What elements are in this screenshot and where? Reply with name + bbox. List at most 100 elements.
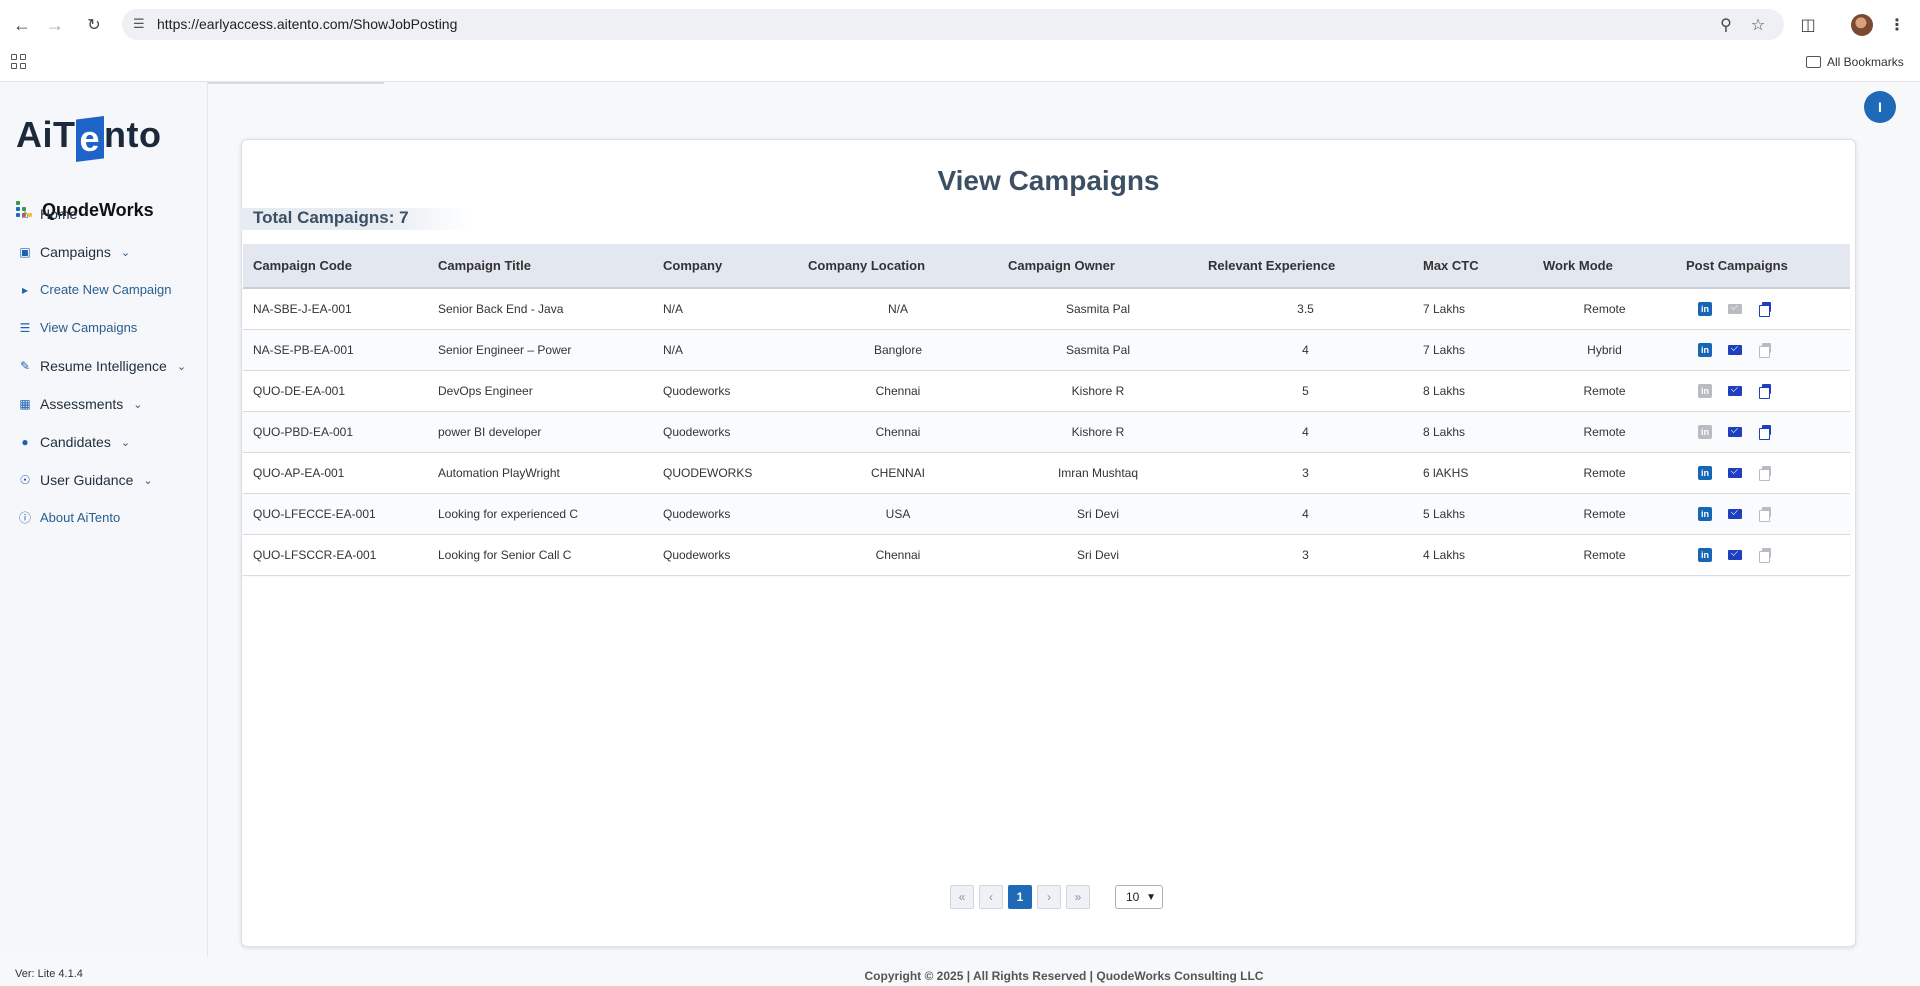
- nav-user-guidance[interactable]: ☉ User Guidance ⌄: [18, 472, 153, 488]
- chevron-down-icon: ⌄: [143, 474, 153, 487]
- location-cell: CHENNAI: [870, 465, 925, 480]
- tab-accent-line: [208, 82, 384, 84]
- post-campaigns-cell: in: [1676, 288, 1850, 329]
- campaign-code-cell: QUO-LFECCE-EA-001: [253, 506, 376, 521]
- copy-icon[interactable]: [1758, 342, 1772, 358]
- column-header[interactable]: Work Mode: [1533, 244, 1676, 289]
- user-avatar[interactable]: I: [1864, 91, 1896, 123]
- column-header[interactable]: Campaign Code: [243, 244, 428, 289]
- mail-icon[interactable]: [1728, 548, 1742, 562]
- nav-about[interactable]: ⓘ About AiTento: [18, 510, 120, 525]
- copy-icon[interactable]: [1758, 506, 1772, 522]
- linkedin-icon[interactable]: in: [1698, 342, 1712, 357]
- experience-cell: 5: [1302, 383, 1309, 398]
- linkedin-icon[interactable]: in: [1698, 465, 1712, 480]
- owner-cell: Sasmita Pal: [1065, 342, 1131, 357]
- column-header[interactable]: Company Location: [798, 244, 998, 289]
- work-mode-cell: Remote: [1583, 424, 1626, 439]
- copy-icon[interactable]: [1758, 301, 1772, 317]
- nav-home[interactable]: ⌂ Home: [18, 206, 77, 222]
- footer-copyright: Copyright © 2025 | All Rights Reserved |…: [864, 969, 1264, 983]
- nav-view-campaigns[interactable]: ☰ View Campaigns: [18, 320, 138, 335]
- profile-avatar[interactable]: [1851, 14, 1873, 36]
- table-row[interactable]: NA-SE-PB-EA-001 Senior Engineer – Power N…: [243, 329, 1850, 370]
- column-header[interactable]: Campaign Owner: [998, 244, 1198, 289]
- home-icon: ⌂: [21, 207, 29, 221]
- work-mode-cell: Remote: [1583, 506, 1626, 521]
- nav-resume-intelligence[interactable]: ✎ Resume Intelligence ⌄: [18, 358, 186, 374]
- bookmark-star-icon[interactable]: ☆: [1747, 14, 1769, 36]
- back-arrow-icon[interactable]: ←: [10, 13, 34, 37]
- reload-icon[interactable]: ↻: [82, 13, 106, 37]
- url-text[interactable]: https://earlyaccess.aitento.com/ShowJobP…: [157, 16, 457, 32]
- zoom-icon[interactable]: ⚲: [1715, 14, 1737, 36]
- experience-cell: 3: [1302, 547, 1309, 562]
- nav-campaigns-label: Campaigns: [40, 244, 111, 260]
- first-page-button[interactable]: «: [950, 885, 974, 909]
- owner-cell: Kishore R: [1071, 424, 1125, 439]
- location-cell: Banglore: [873, 342, 923, 357]
- copy-icon[interactable]: [1758, 424, 1772, 440]
- prev-page-button[interactable]: ‹: [979, 885, 1003, 909]
- mail-icon[interactable]: [1728, 343, 1742, 357]
- apps-grid-icon[interactable]: [11, 54, 27, 70]
- all-bookmarks[interactable]: All Bookmarks: [1806, 55, 1904, 69]
- page-title: View Campaigns: [937, 165, 1160, 196]
- nav-campaigns[interactable]: ▣ Campaigns ⌄: [18, 244, 130, 260]
- bulb-icon: ☉: [19, 473, 31, 487]
- linkedin-icon[interactable]: in: [1698, 301, 1712, 316]
- column-header[interactable]: Company: [653, 244, 798, 289]
- linkedin-icon[interactable]: in: [1698, 506, 1712, 521]
- nav-assessments[interactable]: ▦ Assessments ⌄: [18, 396, 142, 412]
- aitento-logo[interactable]: AiT e nto: [16, 112, 162, 162]
- owner-cell: Sasmita Pal: [1065, 301, 1131, 316]
- table-row[interactable]: QUO-DE-EA-001 DevOps Engineer Quodeworks Ch…: [243, 370, 1850, 411]
- linkedin-icon[interactable]: in: [1698, 547, 1712, 562]
- experience-cell: 3: [1302, 465, 1309, 480]
- table-row[interactable]: NA-SBE-J-EA-001 Senior Back End - Java N/A…: [243, 288, 1850, 329]
- table-row[interactable]: QUO-LFSCCR-EA-001 Looking for Senior Call…: [243, 534, 1850, 575]
- campaigns-table: Campaign Code Campaign Title Company Com…: [243, 244, 1850, 576]
- column-header[interactable]: Campaign Title: [428, 244, 653, 289]
- menu-kebab-icon[interactable]: ⋮: [1886, 14, 1908, 36]
- nav-resume-intelligence-label: Resume Intelligence: [40, 358, 167, 374]
- mail-icon[interactable]: [1728, 384, 1742, 398]
- sidebar: AiT e nto QuodeWorks ⌂ Home ▣ Campaigns ⌄ …: [0, 82, 208, 957]
- company-cell: QUODEWORKS: [663, 465, 753, 480]
- copy-icon[interactable]: [1758, 465, 1772, 481]
- nav-create-campaign-label: Create New Campaign: [40, 282, 172, 297]
- chevron-down-icon: ⌄: [120, 246, 131, 259]
- campaign-title-cell: Senior Back End - Java: [438, 301, 564, 316]
- campaign-title-cell: Looking for experienced C: [438, 506, 579, 521]
- owner-cell: Imran Mushtaq: [1057, 465, 1139, 480]
- column-header[interactable]: Relevant Experience: [1198, 244, 1413, 289]
- linkedin-icon[interactable]: in: [1698, 383, 1712, 398]
- table-row[interactable]: QUO-AP-EA-001 Automation PlayWright QUODEW…: [243, 452, 1850, 493]
- nav-create-campaign[interactable]: ▸ Create New Campaign: [18, 282, 172, 297]
- next-page-button[interactable]: ›: [1037, 885, 1061, 909]
- extensions-icon[interactable]: ◫: [1797, 14, 1819, 36]
- mail-icon[interactable]: [1728, 425, 1742, 439]
- page-size-select[interactable]: 10 ▼: [1115, 885, 1163, 909]
- linkedin-icon[interactable]: in: [1698, 424, 1712, 439]
- campaign-code-cell: QUO-LFSCCR-EA-001: [253, 547, 377, 562]
- nav-candidates[interactable]: ● Candidates ⌄: [18, 434, 130, 450]
- copy-icon[interactable]: [1758, 547, 1772, 563]
- mail-icon[interactable]: [1728, 507, 1742, 521]
- forward-arrow-icon[interactable]: →: [43, 13, 67, 37]
- table-row[interactable]: QUO-LFECCE-EA-001 Looking for experienced…: [243, 493, 1850, 534]
- column-header[interactable]: Max CTC: [1413, 244, 1533, 289]
- page-number-button[interactable]: 1: [1008, 885, 1032, 909]
- version-label: Ver: Lite 4.1.4: [15, 968, 83, 980]
- bookmark-bar: [0, 50, 1920, 82]
- folder-icon: [1806, 56, 1821, 68]
- campaign-code-cell: NA-SBE-J-EA-001: [253, 301, 352, 316]
- copy-icon[interactable]: [1758, 383, 1772, 399]
- mail-icon[interactable]: [1728, 302, 1742, 316]
- last-page-button[interactable]: »: [1066, 885, 1090, 909]
- mail-icon[interactable]: [1728, 466, 1742, 480]
- nav-user-guidance-label: User Guidance: [40, 472, 134, 488]
- site-settings-icon[interactable]: ☰: [133, 16, 149, 32]
- table-row[interactable]: QUO-PBD-EA-001 power BI developer Quodewor…: [243, 411, 1850, 452]
- work-mode-cell: Remote: [1583, 301, 1626, 316]
